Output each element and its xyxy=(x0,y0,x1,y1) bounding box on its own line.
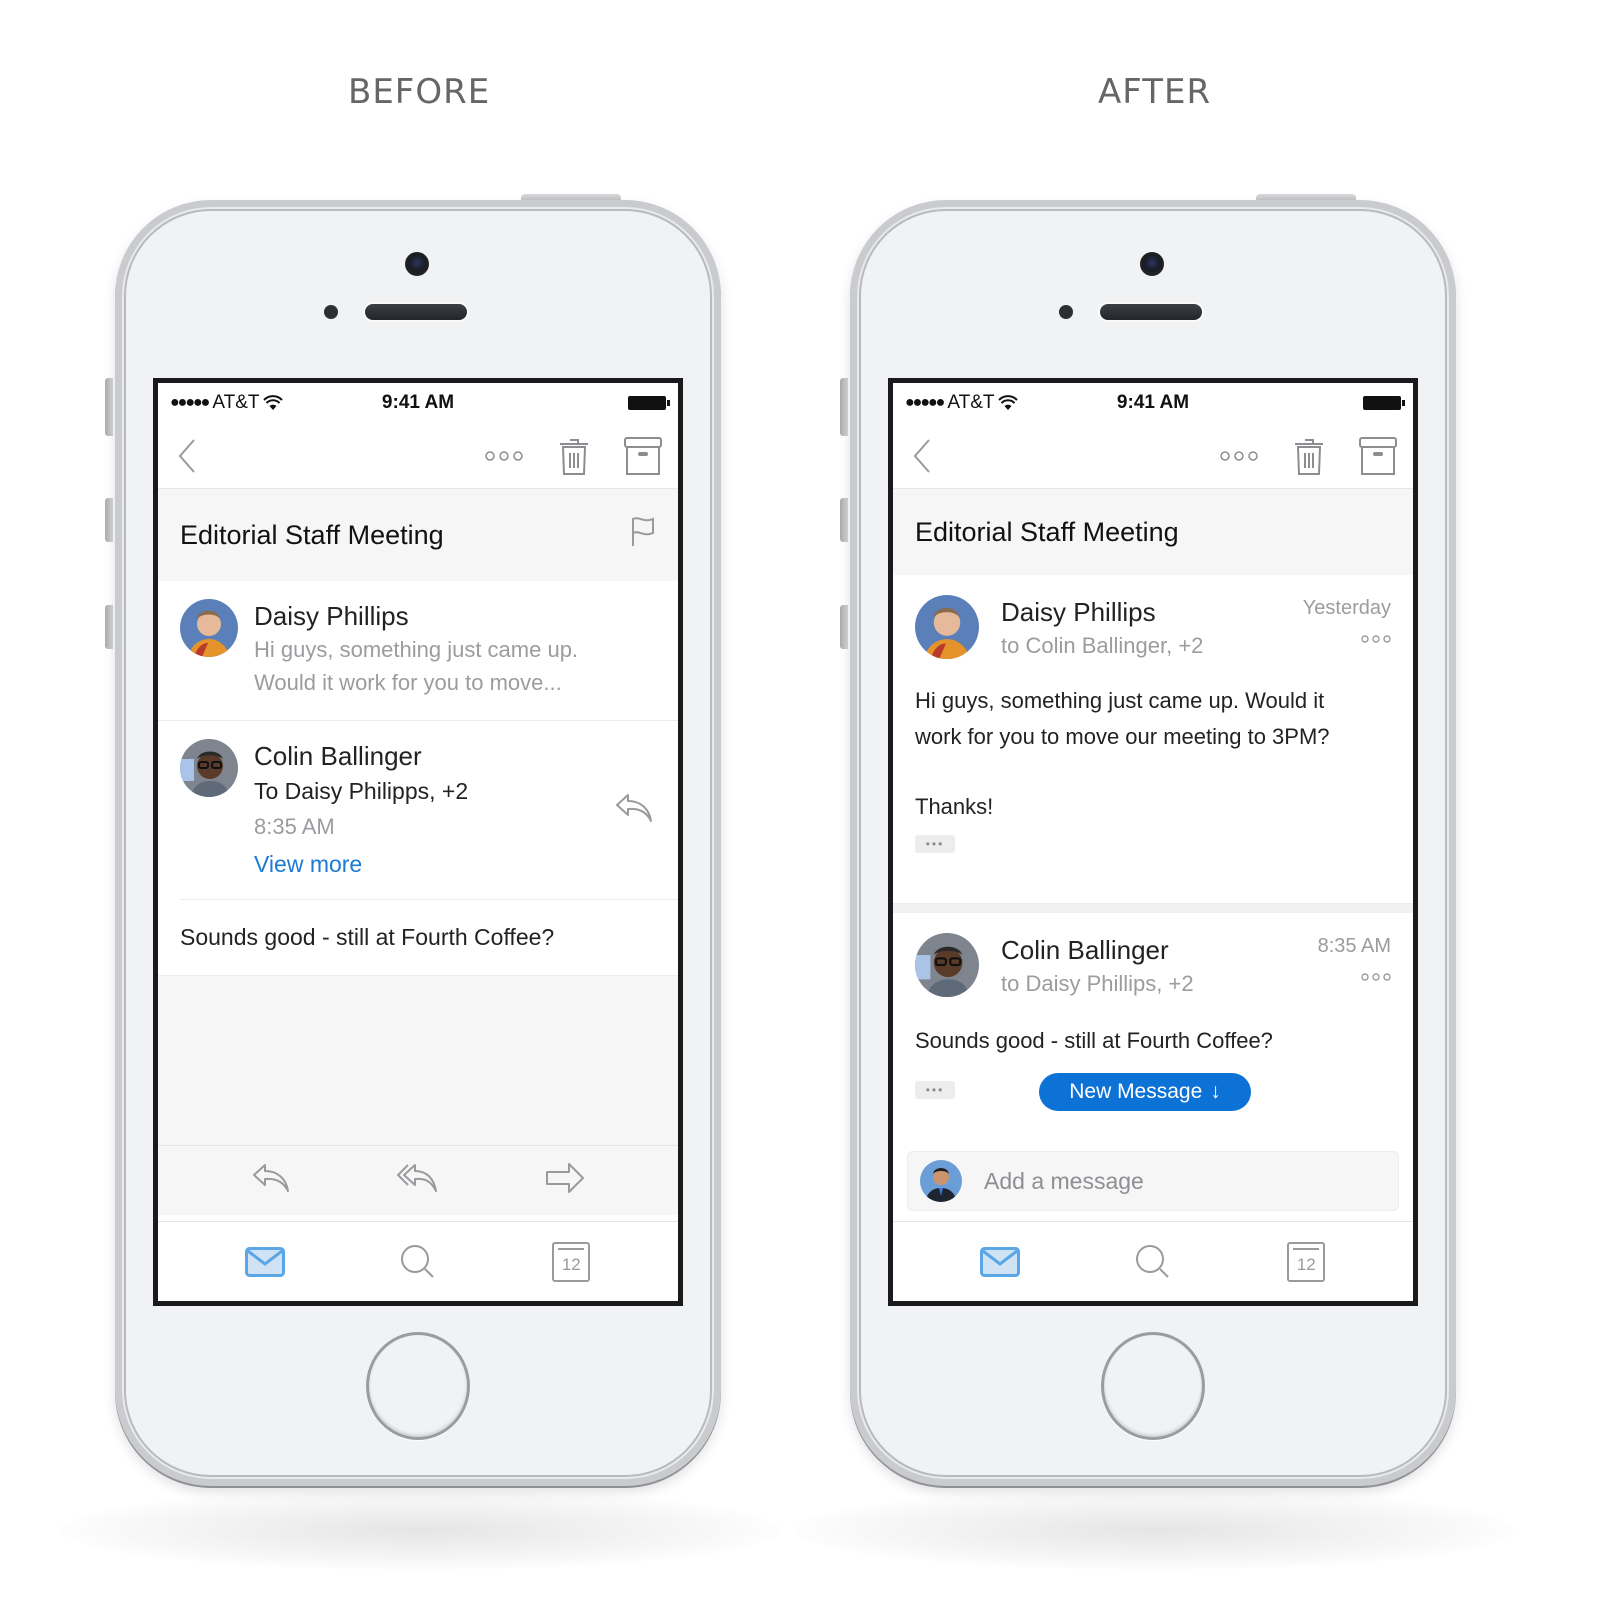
sender-name: Daisy Phillips xyxy=(254,601,409,631)
reply-preview[interactable]: Sounds good - still at Fourth Coffee? xyxy=(180,899,678,975)
message-list-item[interactable]: Daisy Phillips Hi guys, something just c… xyxy=(158,581,678,721)
volume-up-button xyxy=(840,498,848,542)
phone-after: ●●●●● AT&T 9:41 AM Editorial Staff Meeti… xyxy=(840,194,1456,1486)
mute-switch xyxy=(840,378,848,436)
tab-calendar[interactable]: 12 xyxy=(1276,1237,1336,1287)
proximity-sensor xyxy=(324,305,338,319)
tab-search[interactable] xyxy=(388,1237,448,1287)
reply-icon[interactable] xyxy=(251,1161,291,1200)
calendar-day: 12 xyxy=(1296,1254,1316,1274)
volume-up-button xyxy=(105,498,113,542)
home-button[interactable] xyxy=(1101,1332,1205,1440)
forward-icon[interactable] xyxy=(545,1161,585,1200)
message-time: 8:35 AM xyxy=(254,814,335,839)
trash-icon[interactable] xyxy=(558,436,590,476)
message-separator xyxy=(893,903,1413,913)
volume-down-button xyxy=(105,605,113,649)
search-icon xyxy=(400,1244,434,1278)
status-time: 9:41 AM xyxy=(1116,392,1190,413)
status-bar: ●●●●● AT&T 9:41 AM xyxy=(893,383,1413,423)
more-horizontal-icon[interactable] xyxy=(484,450,524,462)
wifi-icon xyxy=(263,395,284,410)
recipients: To Daisy Philipps, +2 xyxy=(254,778,469,804)
more-horizontal-icon[interactable] xyxy=(1303,634,1391,644)
tab-mail[interactable] xyxy=(235,1237,295,1287)
front-camera xyxy=(1140,252,1164,276)
signal-strength-icon: ●●●●● xyxy=(170,394,210,411)
message-time: 8:35 AM xyxy=(1317,935,1391,957)
more-horizontal-icon[interactable] xyxy=(1219,450,1259,462)
show-quoted-text-button[interactable]: ••• xyxy=(915,1081,955,1099)
message-actions xyxy=(158,1145,678,1215)
signal-strength-icon: ●●●●● xyxy=(905,394,945,411)
screen: ●●●●● AT&T 9:41 AM Editorial Staff Meeti… xyxy=(888,378,1418,1306)
phone-shadow xyxy=(60,1490,780,1570)
front-camera xyxy=(405,252,429,276)
avatar-colin xyxy=(915,933,979,997)
home-button[interactable] xyxy=(366,1332,470,1440)
carrier-name: AT&T xyxy=(212,392,260,413)
add-message-input[interactable] xyxy=(984,1167,1386,1195)
battery-icon xyxy=(1363,396,1405,410)
carrier-name: AT&T xyxy=(947,392,995,413)
avatar-daisy xyxy=(180,599,238,657)
empty-area xyxy=(158,975,678,1145)
tab-bar: 12 xyxy=(158,1221,678,1301)
subject-title: Editorial Staff Meeting xyxy=(180,519,444,550)
status-time: 9:41 AM xyxy=(381,392,455,413)
message-snippet: Would it work for you to move... xyxy=(254,670,562,695)
message-toolbar xyxy=(158,423,678,489)
message-toolbar xyxy=(893,423,1413,489)
compose-bar xyxy=(907,1151,1399,1211)
after-label: AFTER xyxy=(1098,72,1212,112)
sender-name: Colin Ballinger xyxy=(254,741,422,771)
archive-icon[interactable] xyxy=(624,436,662,476)
message-date: Yesterday xyxy=(1302,597,1391,619)
tab-search[interactable] xyxy=(1123,1237,1183,1287)
mute-switch xyxy=(105,378,113,436)
message-snippet: Hi guys, something just came up. xyxy=(254,637,579,662)
earpiece-speaker xyxy=(1100,304,1202,320)
avatar-colin xyxy=(180,739,238,797)
subject-header: Editorial Staff Meeting xyxy=(158,489,678,581)
message-body: Hi guys, something just came up. Would i… xyxy=(915,688,1330,819)
subject-title: Editorial Staff Meeting xyxy=(915,516,1179,547)
status-bar: ●●●●● AT&T 9:41 AM xyxy=(158,383,678,423)
message-body: Sounds good - still at Fourth Coffee? xyxy=(915,1028,1273,1053)
tab-mail[interactable] xyxy=(970,1237,1030,1287)
volume-down-button xyxy=(840,605,848,649)
chevron-left-icon[interactable] xyxy=(909,436,937,476)
archive-icon[interactable] xyxy=(1359,436,1397,476)
show-quoted-text-button[interactable]: ••• xyxy=(915,835,955,853)
more-horizontal-icon[interactable] xyxy=(1318,972,1391,982)
mail-icon xyxy=(979,1246,1020,1277)
avatar-daisy xyxy=(915,595,979,659)
message-list-item: Colin Ballinger To Daisy Philipps, +2 8:… xyxy=(158,721,678,899)
phone-shadow xyxy=(795,1490,1515,1570)
message-item: Daisy Phillips to Colin Ballinger, +2 Ye… xyxy=(893,575,1413,903)
search-icon xyxy=(1135,1244,1169,1278)
subject-header: Editorial Staff Meeting xyxy=(893,489,1413,575)
battery-icon xyxy=(628,396,670,410)
tab-bar: 12 xyxy=(893,1221,1413,1301)
earpiece-speaker xyxy=(365,304,467,320)
proximity-sensor xyxy=(1059,305,1073,319)
wifi-icon xyxy=(998,395,1019,410)
avatar-current-user xyxy=(920,1160,962,1202)
calendar-day: 12 xyxy=(561,1254,581,1274)
reply-all-icon[interactable] xyxy=(396,1161,439,1200)
message-item: Colin Ballinger to Daisy Phillips, +2 8:… xyxy=(893,913,1413,1133)
before-label: BEFORE xyxy=(348,72,491,112)
new-message-button[interactable]: New Message ↓ xyxy=(1039,1073,1251,1111)
mail-icon xyxy=(244,1246,285,1277)
phone-before: ●●●●● AT&T 9:41 AM Editorial Staff Meeti… xyxy=(105,194,721,1486)
trash-icon[interactable] xyxy=(1293,436,1325,476)
screen: ●●●●● AT&T 9:41 AM Editorial Staff Meeti… xyxy=(153,378,683,1306)
chevron-left-icon[interactable] xyxy=(174,436,202,476)
flag-icon[interactable] xyxy=(630,516,656,555)
tab-calendar[interactable]: 12 xyxy=(541,1237,601,1287)
reply-icon[interactable] xyxy=(614,791,654,828)
view-more-link[interactable]: View more xyxy=(254,845,468,883)
arrow-down-icon: ↓ xyxy=(1210,1080,1221,1103)
